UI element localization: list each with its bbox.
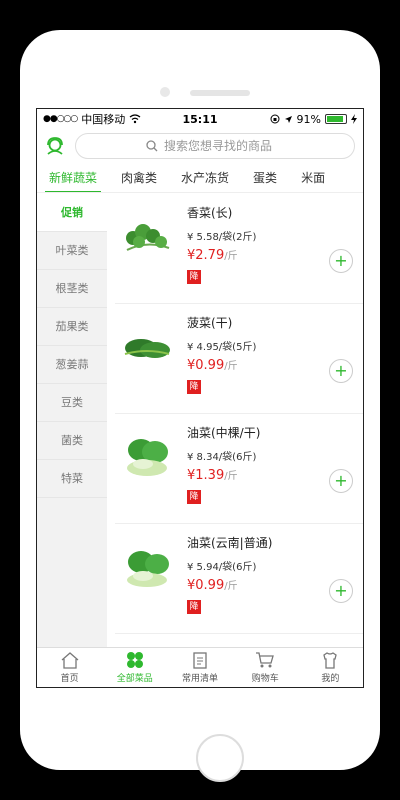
battery-percent: 91% bbox=[296, 112, 321, 126]
discount-badge: 降 bbox=[187, 490, 201, 504]
product-list: 香菜(长) ¥ 5.58/袋(2斤) ¥2.79/斤 降 + 菠菜(干) ¥ 4… bbox=[107, 194, 363, 647]
price-unit: /斤 bbox=[224, 251, 238, 262]
product-spec: ¥ 4.95/袋(5斤) bbox=[187, 342, 257, 353]
price-unit: /斤 bbox=[224, 471, 238, 482]
price-unit: /斤 bbox=[224, 581, 238, 592]
clipboard-icon bbox=[193, 652, 207, 669]
product-name: 菠菜(干) bbox=[187, 316, 233, 330]
profile-icon bbox=[323, 652, 338, 669]
location-icon bbox=[284, 115, 292, 123]
tab-fresh-vegetables[interactable]: 新鲜蔬菜 bbox=[37, 163, 109, 192]
search-row bbox=[37, 129, 363, 163]
battery-fill bbox=[327, 116, 344, 122]
product-spec: ¥ 8.34/袋(6斤) bbox=[187, 452, 257, 463]
product-name: 香菜(长) bbox=[187, 206, 233, 220]
sidebar-item-root[interactable]: 根茎类 bbox=[37, 270, 107, 308]
grid-icon bbox=[126, 652, 143, 668]
status-bar: ●●○○○ 中国移动 15:11 91% bbox=[37, 109, 363, 129]
sidebar-item-onion-ginger-garlic[interactable]: 葱姜蒜 bbox=[37, 346, 107, 384]
carrier-label: 中国移动 bbox=[81, 113, 126, 126]
nav-label: 购物车 bbox=[251, 674, 279, 684]
app-screen: ●●○○○ 中国移动 15:11 91% 新鲜蔬菜 肉禽类 水产冻货 蛋类 米面 bbox=[36, 108, 364, 688]
nav-label: 全部菜品 bbox=[116, 674, 153, 684]
price-value: ¥1.39 bbox=[187, 468, 225, 483]
home-button[interactable] bbox=[196, 734, 244, 782]
add-to-cart-button[interactable]: + bbox=[329, 469, 353, 493]
product-price: ¥1.39/斤 bbox=[187, 467, 238, 483]
price-value: ¥0.99 bbox=[187, 358, 225, 373]
tab-eggs[interactable]: 蛋类 bbox=[241, 163, 289, 192]
tab-meat-poultry[interactable]: 肉禽类 bbox=[109, 163, 169, 192]
product-price: ¥0.99/斤 bbox=[187, 577, 238, 593]
category-tabs: 新鲜蔬菜 肉禽类 水产冻货 蛋类 米面 bbox=[37, 163, 363, 193]
speaker bbox=[190, 90, 250, 96]
product-item[interactable]: 油菜(云南|普通) ¥ 5.94/袋(6斤) ¥0.99/斤 降 + bbox=[115, 524, 363, 634]
wifi-icon bbox=[129, 114, 141, 124]
nav-all-dishes[interactable]: 全部菜品 bbox=[102, 648, 167, 687]
coriander-image bbox=[126, 224, 170, 251]
product-name: 油菜(云南|普通) bbox=[187, 536, 273, 550]
add-to-cart-button[interactable]: + bbox=[329, 359, 353, 383]
price-value: ¥0.99 bbox=[187, 578, 225, 593]
spinach-image bbox=[124, 339, 170, 358]
product-item[interactable]: 菠菜(干) ¥ 4.95/袋(5斤) ¥0.99/斤 降 + bbox=[115, 304, 363, 414]
bottom-nav: 首页 全部菜品 常用清单 购物车 我的 bbox=[37, 647, 363, 687]
sidebar-item-beans[interactable]: 豆类 bbox=[37, 384, 107, 422]
add-to-cart-button[interactable]: + bbox=[329, 579, 353, 603]
search-icon bbox=[146, 140, 158, 152]
nav-profile[interactable]: 我的 bbox=[298, 648, 363, 687]
user-service-icon[interactable] bbox=[45, 136, 65, 156]
discount-badge: 降 bbox=[187, 270, 201, 284]
discount-badge: 降 bbox=[187, 600, 201, 614]
add-to-cart-button[interactable]: + bbox=[329, 249, 353, 273]
product-price: ¥2.79/斤 bbox=[187, 247, 238, 263]
price-value: ¥2.79 bbox=[187, 248, 225, 263]
product-name: 油菜(中棵/干) bbox=[187, 426, 261, 440]
product-item[interactable]: 香菜(长) ¥ 5.58/袋(2斤) ¥2.79/斤 降 + bbox=[115, 194, 363, 304]
product-spec: ¥ 5.94/袋(6斤) bbox=[187, 562, 257, 573]
sidebar: 促销 叶菜类 根茎类 茄果类 葱姜蒜 豆类 菌类 特菜 bbox=[37, 194, 107, 647]
search-bar[interactable] bbox=[75, 133, 355, 159]
cart-icon bbox=[256, 652, 275, 668]
product-price: ¥0.99/斤 bbox=[187, 357, 238, 373]
search-input[interactable] bbox=[164, 139, 284, 153]
bok-choy-image bbox=[127, 551, 169, 587]
discount-badge: 降 bbox=[187, 380, 201, 394]
product-spec: ¥ 5.58/袋(2斤) bbox=[187, 232, 257, 243]
nav-cart[interactable]: 购物车 bbox=[233, 648, 298, 687]
charging-icon bbox=[351, 114, 357, 124]
sidebar-item-mushroom[interactable]: 菌类 bbox=[37, 422, 107, 460]
sidebar-item-fruit-veg[interactable]: 茄果类 bbox=[37, 308, 107, 346]
battery-icon bbox=[325, 114, 347, 124]
signal-icon: ●●○○○ bbox=[43, 114, 78, 124]
sidebar-item-special[interactable]: 特菜 bbox=[37, 460, 107, 498]
nav-frequent-list[interactable]: 常用清单 bbox=[167, 648, 232, 687]
camera bbox=[160, 87, 170, 97]
home-icon bbox=[61, 652, 79, 669]
nav-label: 首页 bbox=[60, 674, 79, 684]
main-content: 促销 叶菜类 根茎类 茄果类 葱姜蒜 豆类 菌类 特菜 香菜(长) ¥ 5.58… bbox=[37, 194, 363, 647]
sidebar-item-promotion[interactable]: 促销 bbox=[37, 194, 107, 232]
price-unit: /斤 bbox=[224, 361, 238, 372]
product-item[interactable]: 油菜(中棵/干) ¥ 8.34/袋(6斤) ¥1.39/斤 降 + bbox=[115, 414, 363, 524]
tab-frozen-seafood[interactable]: 水产冻货 bbox=[169, 163, 241, 192]
nav-label: 我的 bbox=[321, 674, 340, 684]
sidebar-item-leafy[interactable]: 叶菜类 bbox=[37, 232, 107, 270]
nav-home[interactable]: 首页 bbox=[37, 648, 102, 687]
tab-rice-noodles[interactable]: 米面 bbox=[289, 163, 337, 192]
nav-label: 常用清单 bbox=[182, 674, 219, 684]
lock-rotation-icon bbox=[270, 114, 280, 124]
bok-choy-image bbox=[127, 439, 168, 476]
